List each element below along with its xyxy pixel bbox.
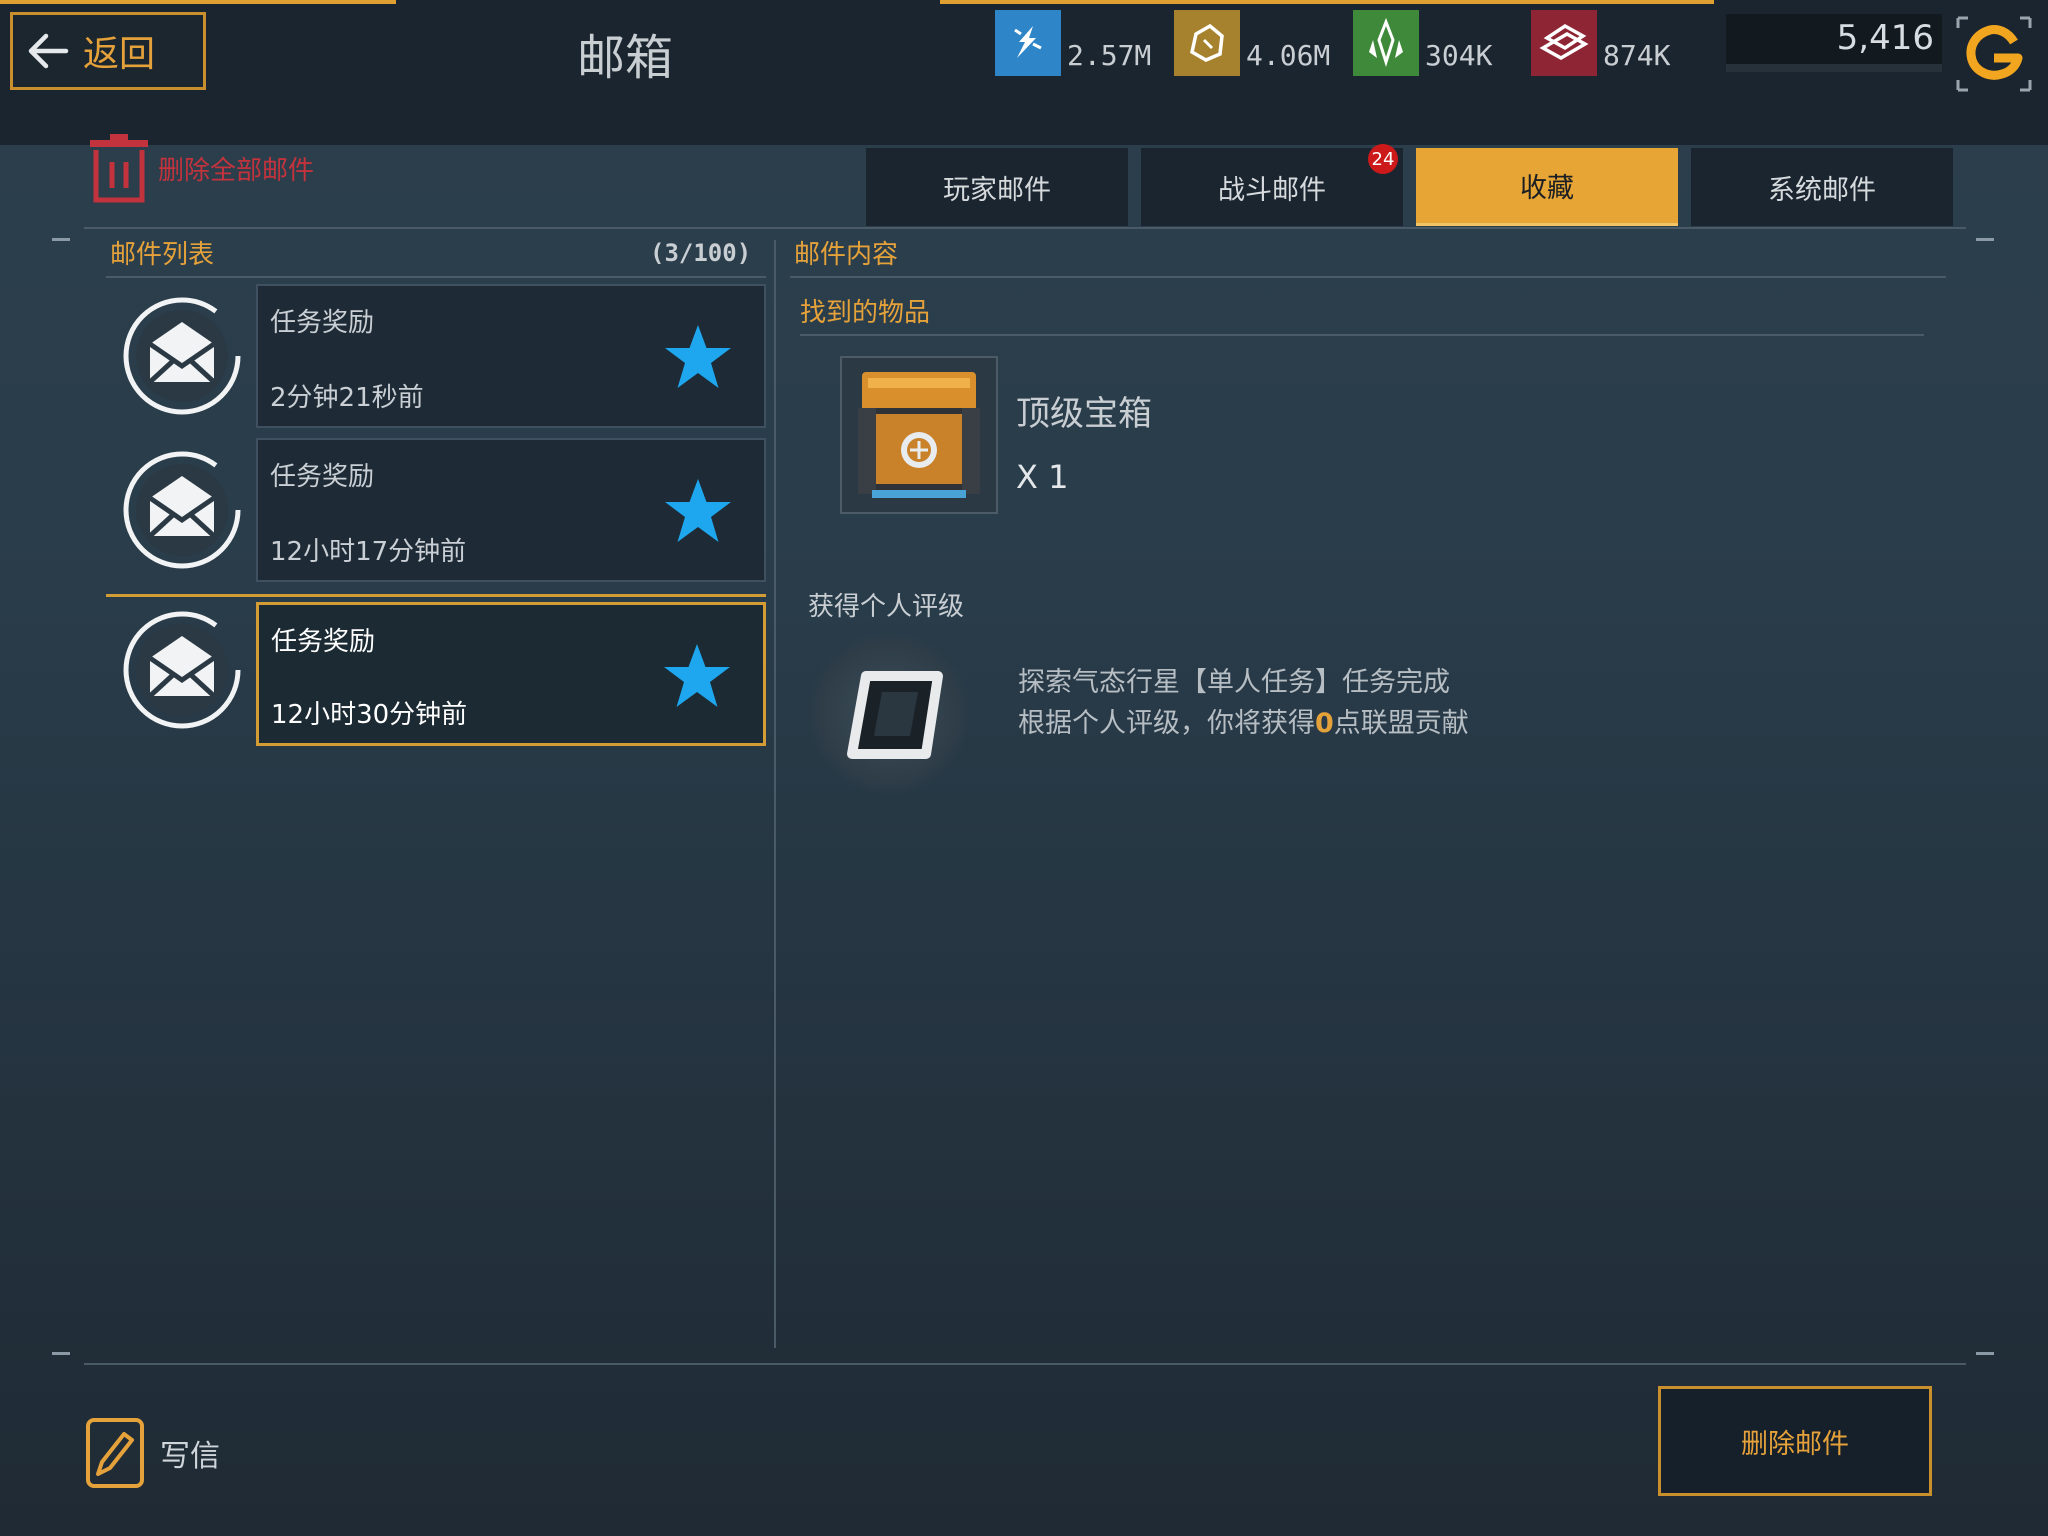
resource-value: 2.57M <box>1067 39 1152 72</box>
mail-envelope-icon <box>122 296 242 416</box>
write-mail-button[interactable]: 写信 <box>84 1416 220 1490</box>
mail-time: 12小时30分钟前 <box>271 700 468 730</box>
back-label: 返回 <box>83 34 156 75</box>
top-accent-line <box>0 0 396 4</box>
panel-divider <box>774 240 776 1348</box>
unread-badge: 24 <box>1368 144 1398 174</box>
back-button[interactable]: 返回 <box>10 12 206 90</box>
resource-value: 304K <box>1425 39 1493 72</box>
mail-item-selected[interactable]: 任务奖励 12小时30分钟前 <box>256 602 766 746</box>
chest-item[interactable] <box>840 356 998 514</box>
pencil-icon <box>86 1418 144 1488</box>
rating-d-icon <box>847 671 943 759</box>
resource-ore[interactable]: 4.06M <box>1174 4 1330 76</box>
trash-icon <box>90 134 148 203</box>
item-quantity: X 1 <box>1016 458 1069 496</box>
mail-count: (3/100) <box>650 239 752 267</box>
selected-separator <box>106 594 766 597</box>
rating-label: 获得个人评级 <box>808 592 965 622</box>
mail-title: 任务奖励 <box>271 627 376 657</box>
resource-value: 4.06M <box>1246 39 1331 72</box>
corner-mark <box>1976 238 1994 241</box>
treasure-chest-icon <box>858 372 980 498</box>
lightning-icon <box>995 10 1061 76</box>
mail-item[interactable]: 任务奖励 2分钟21秒前 <box>256 284 766 428</box>
mail-title: 任务奖励 <box>270 462 375 492</box>
found-items-line <box>800 334 1924 336</box>
tab-player-mail[interactable]: 玩家邮件 <box>866 148 1128 226</box>
content-header-line <box>790 276 1946 278</box>
resource-value: 874K <box>1603 39 1671 72</box>
delete-all-label: 删除全部邮件 <box>158 155 315 186</box>
resource-energy[interactable]: 2.57M <box>995 4 1151 76</box>
mail-list-title: 邮件列表 <box>110 240 215 270</box>
mail-time: 2分钟21秒前 <box>270 383 424 413</box>
corner-mark <box>52 1352 70 1355</box>
panel-top-line <box>84 227 1966 229</box>
rating-badge <box>808 632 970 794</box>
ingot-icon <box>1531 10 1597 76</box>
crystal-icon <box>1353 10 1419 76</box>
tab-battle-mail[interactable]: 战斗邮件 <box>1141 148 1403 226</box>
delete-mail-button[interactable]: 删除邮件 <box>1658 1386 1932 1496</box>
gold-g-icon[interactable] <box>1952 12 2036 96</box>
write-mail-label: 写信 <box>160 1439 220 1474</box>
mail-item[interactable]: 任务奖励 12小时17分钟前 <box>256 438 766 582</box>
found-items-title: 找到的物品 <box>800 298 931 328</box>
mail-envelope-icon <box>122 610 242 730</box>
contribution-value: 0 <box>1315 708 1334 739</box>
tab-system-mail[interactable]: 系统邮件 <box>1691 148 1953 226</box>
result-description-line2: 根据个人评级，你将获得0点联盟贡献 <box>1018 701 1469 740</box>
resource-crystal[interactable]: 304K <box>1353 4 1492 76</box>
mail-content-title: 邮件内容 <box>794 240 899 270</box>
back-arrow-icon <box>13 21 83 81</box>
gold-value: 5,416 <box>1836 18 1934 58</box>
page-title: 邮箱 <box>576 30 673 86</box>
result-description-line1: 探索气态行星【单人任务】任务完成 <box>1018 667 1450 698</box>
corner-mark <box>52 238 70 241</box>
star-icon[interactable] <box>662 322 734 394</box>
desc-text: 点联盟贡献 <box>1333 708 1469 739</box>
item-name: 顶级宝箱 <box>1016 394 1152 434</box>
mail-time: 12小时17分钟前 <box>270 537 467 567</box>
resource-alloy[interactable]: 874K <box>1531 4 1670 76</box>
delete-all-button[interactable]: 删除全部邮件 <box>88 132 314 204</box>
panel-bottom-line <box>84 1363 1966 1365</box>
corner-mark <box>1976 1352 1994 1355</box>
star-icon[interactable] <box>662 476 734 548</box>
rock-icon <box>1174 10 1240 76</box>
star-icon[interactable] <box>661 641 733 713</box>
mail-title: 任务奖励 <box>270 308 375 338</box>
gold-bar <box>1726 64 1942 72</box>
desc-text: 根据个人评级，你将获得 <box>1018 708 1315 739</box>
mail-envelope-icon <box>122 450 242 570</box>
list-header-line <box>106 276 766 278</box>
tab-favorites[interactable]: 收藏 <box>1416 148 1678 226</box>
gold-counter[interactable]: 5,416 <box>1726 14 1942 72</box>
